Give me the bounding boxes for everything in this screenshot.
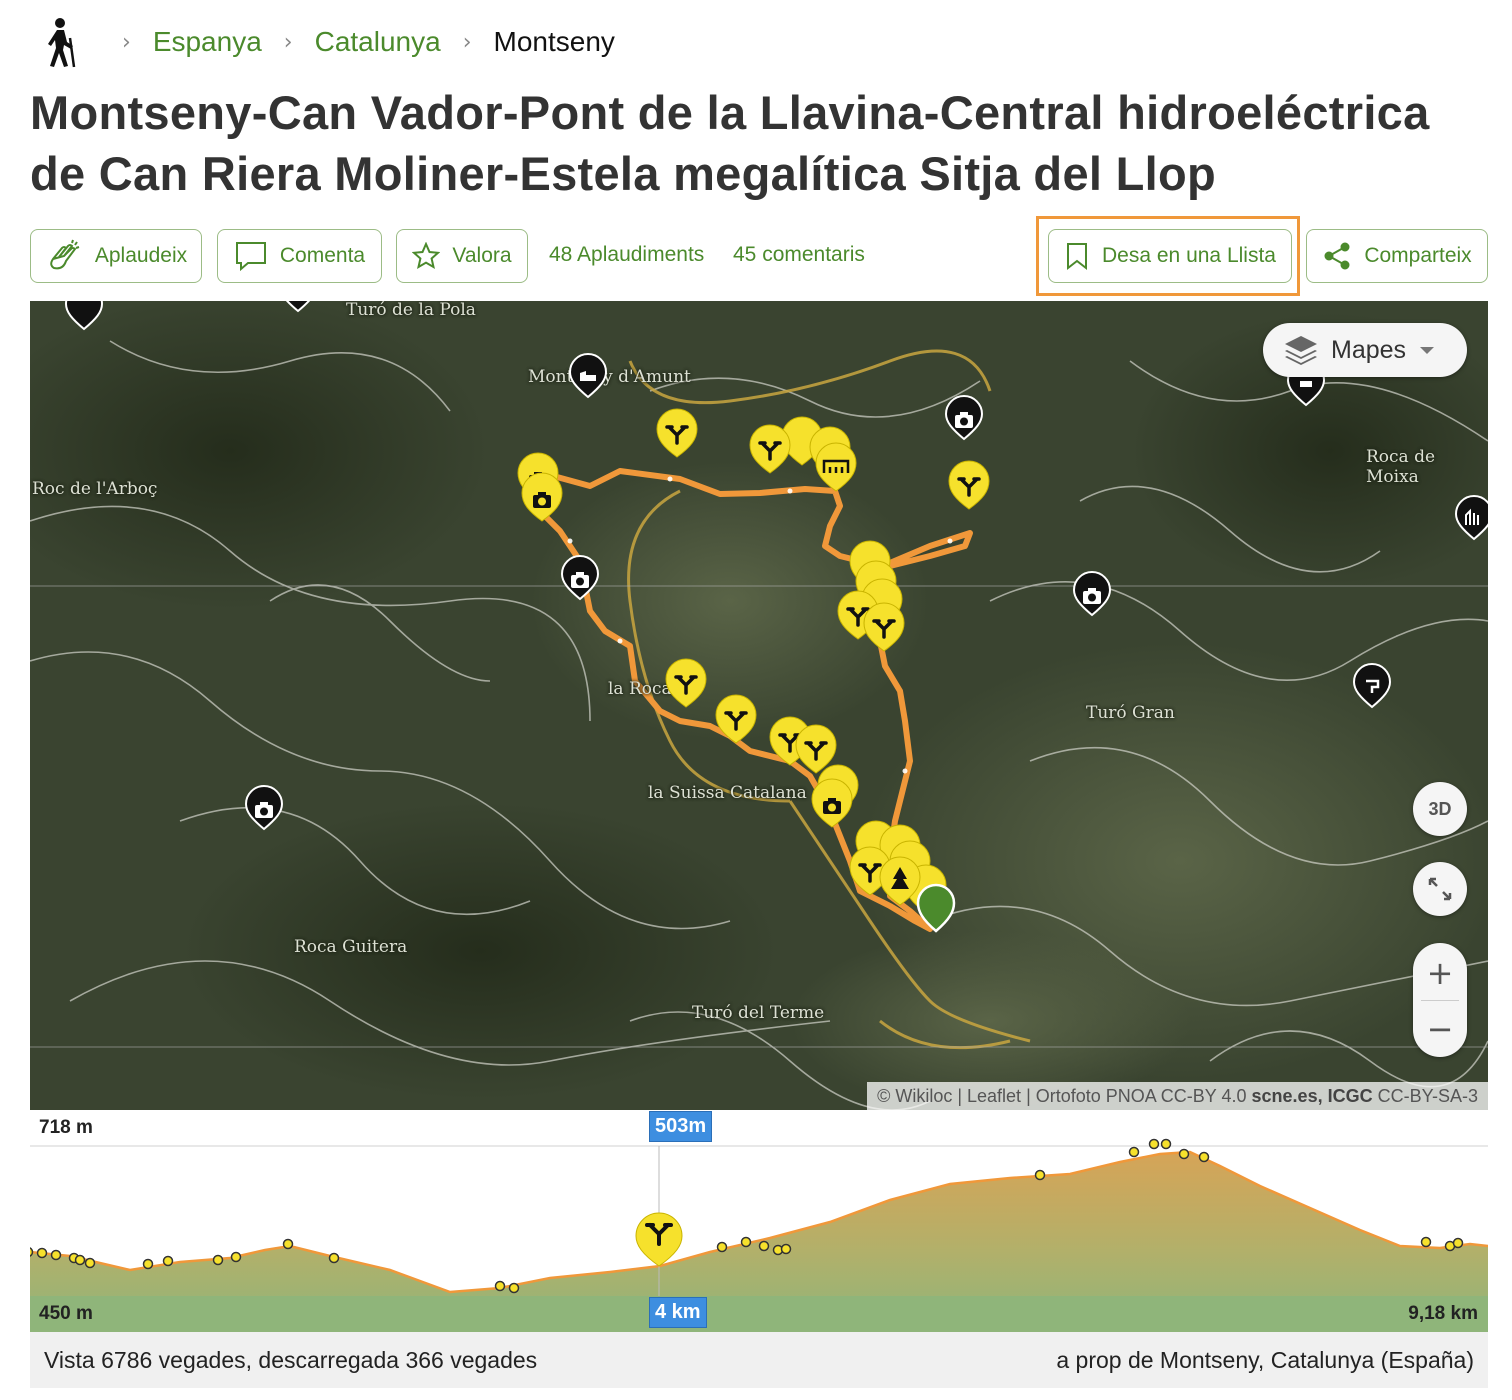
marker-layer [65, 301, 1488, 933]
caret-down-icon [1420, 346, 1435, 354]
chevron-right-icon: › [122, 29, 131, 55]
chevron-right-icon: › [462, 29, 472, 55]
license-attribution: CC-BY-SA-3 [1377, 1085, 1478, 1106]
applaud-label: Aplaudeix [94, 244, 188, 267]
rate-button[interactable]: Valora [396, 229, 528, 283]
cursor-distance-tag: 4 km [649, 1297, 707, 1328]
elevation-cursor-marker [635, 1212, 683, 1267]
comment-button[interactable]: Comenta [217, 229, 382, 283]
breadcrumb-catalonia[interactable]: Catalunya [315, 26, 441, 58]
map-3d-button[interactable]: 3D [1413, 782, 1467, 836]
applaud-button[interactable]: Aplaudeix [30, 229, 202, 283]
trail-footer: Vista 6786 vegades, descarregada 366 veg… [30, 1332, 1488, 1388]
map-layers-label: Mapes [1331, 335, 1407, 364]
waypoint-marker[interactable] [715, 694, 757, 744]
wikiloc-attribution-link[interactable]: © Wikiloc [877, 1086, 952, 1107]
action-bar: Aplaudeix Comenta Valora 48 Aplaudiments… [30, 216, 1490, 296]
share-label: Comparteix [1364, 244, 1472, 267]
comment-icon [235, 242, 266, 272]
elevation-chart [30, 1138, 1488, 1332]
chevron-right-icon: › [283, 29, 293, 55]
camera-marker[interactable] [245, 785, 283, 830]
waypoint-marker[interactable] [656, 408, 698, 458]
waypoint-marker[interactable] [863, 602, 905, 652]
page-title: Montseny-Can Vador-Pont de la Llavina-Ce… [30, 86, 1430, 200]
zoom-control: + − [1413, 943, 1467, 1057]
ortho-attribution: Ortofoto PNOA CC-BY 4.0 [1035, 1085, 1247, 1106]
leaflet-link[interactable]: Leaflet [967, 1086, 1021, 1107]
expand-icon [1428, 877, 1452, 901]
comment-count-link[interactable]: 45 comentaris [733, 243, 865, 267]
layers-icon [1285, 336, 1317, 365]
poi-marker[interactable] [1455, 495, 1488, 540]
poi-marker[interactable] [65, 301, 103, 330]
elevation-profile[interactable]: 718 m 450 m 9,18 km 503m 4 km [30, 1110, 1488, 1332]
fullscreen-button[interactable] [1413, 862, 1467, 916]
star-icon [412, 242, 441, 270]
share-icon [1324, 242, 1350, 270]
share-button[interactable]: Comparteix [1306, 229, 1488, 283]
waypoint-marker[interactable] [795, 724, 837, 774]
cursor-elevation-tag: 503m [649, 1111, 713, 1142]
rate-label: Valora [452, 244, 512, 267]
breadcrumb-montseny: Montseny [493, 26, 615, 57]
elevation-min-label: 450 m [39, 1303, 93, 1324]
start-marker[interactable] [916, 883, 956, 933]
waypoint-marker[interactable] [665, 658, 707, 708]
camera-marker[interactable] [945, 395, 983, 440]
map-layers-button[interactable]: Mapes [1263, 323, 1467, 377]
bookmark-icon [1067, 243, 1088, 271]
waypoint-marker[interactable] [811, 778, 853, 828]
zoom-in-button[interactable]: + [1413, 945, 1467, 1001]
poi-marker[interactable] [569, 353, 607, 398]
elevation-max-label: 718 m [39, 1117, 93, 1138]
distance-total-label: 9,18 km [1408, 1303, 1478, 1324]
waypoint-marker[interactable] [948, 460, 990, 510]
breadcrumb-spain[interactable]: Espanya [153, 26, 262, 58]
save-to-list-button[interactable]: Desa en una Llista [1048, 229, 1292, 283]
waypoint-marker[interactable] [749, 424, 791, 474]
icgc-link[interactable]: ICGC [1328, 1086, 1373, 1107]
save-to-list-label: Desa en una Llista [1102, 244, 1276, 267]
hiker-icon[interactable] [40, 16, 80, 68]
poi-marker[interactable] [1353, 663, 1391, 708]
poi-marker[interactable] [279, 301, 317, 312]
waypoint-marker[interactable] [815, 442, 857, 492]
waypoint-marker[interactable] [521, 472, 563, 522]
breadcrumb: › Espanya › Catalunya › Montseny [40, 14, 615, 70]
near-location: a prop de Montseny, Catalunya (España) [1056, 1346, 1474, 1373]
trail-map[interactable]: Turó de la Pola Montseny d'Amunt Roc de … [30, 301, 1488, 1110]
scne-link[interactable]: scne.es, [1252, 1086, 1323, 1107]
camera-marker[interactable] [1073, 571, 1111, 616]
view-download-stats: Vista 6786 vegades, descarregada 366 veg… [44, 1346, 538, 1373]
comment-label: Comenta [279, 244, 366, 267]
map-attribution: © Wikiloc | Leaflet | Ortofoto PNOA CC-B… [867, 1082, 1488, 1110]
applause-count-link[interactable]: 48 Aplaudiments [549, 243, 704, 267]
camera-marker[interactable] [561, 555, 599, 600]
clap-icon [50, 239, 80, 270]
zoom-out-button[interactable]: − [1413, 1001, 1467, 1057]
